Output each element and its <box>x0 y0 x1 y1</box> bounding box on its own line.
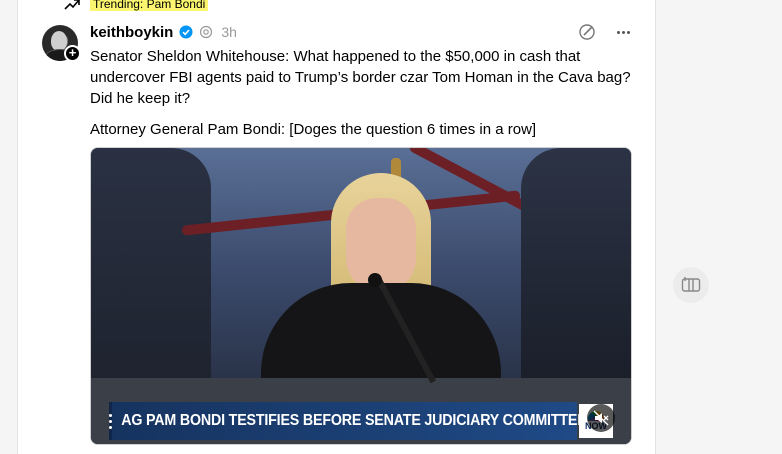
post-text: Senator Sheldon Whitehouse: What happene… <box>90 48 631 107</box>
timestamp[interactable]: 3h <box>221 24 237 40</box>
muted-speaker-icon <box>593 410 609 426</box>
more-options-button[interactable] <box>613 22 633 42</box>
edit-button[interactable] <box>577 22 597 42</box>
mute-button[interactable] <box>587 404 615 432</box>
microphone-head <box>368 273 382 287</box>
side-panel-button[interactable] <box>673 267 709 303</box>
feed-column: Trending: Pam Bondi + keithboykin 3h Sen… <box>17 0 656 454</box>
view-columns-icon <box>681 277 701 292</box>
more-dot <box>616 30 620 34</box>
trending-label[interactable]: Trending: Pam Bondi <box>90 0 209 11</box>
news-banner: AG PAM BONDI TESTIFIES BEFORE SENATE JUD… <box>109 402 587 440</box>
username[interactable]: keithboykin <box>90 24 173 41</box>
post-text-secondary: Attorney General Pam Bondi: [Doges the q… <box>90 121 537 138</box>
ai-label-icon <box>200 25 213 39</box>
follow-plus-button[interactable]: + <box>64 45 81 62</box>
verified-badge-icon <box>179 25 193 39</box>
trending-row[interactable]: Trending: Pam Bondi <box>64 0 209 12</box>
trending-icon <box>64 0 80 10</box>
more-dot <box>621 30 625 34</box>
edit-icon <box>579 24 595 40</box>
post-header: keithboykin 3h <box>90 22 237 42</box>
banner-text: AG PAM BONDI TESTIFIES BEFORE SENATE JUD… <box>121 412 587 429</box>
video-player[interactable]: AG PAM BONDI TESTIFIES BEFORE SENATE JUD… <box>90 147 632 445</box>
more-dot <box>626 30 630 34</box>
